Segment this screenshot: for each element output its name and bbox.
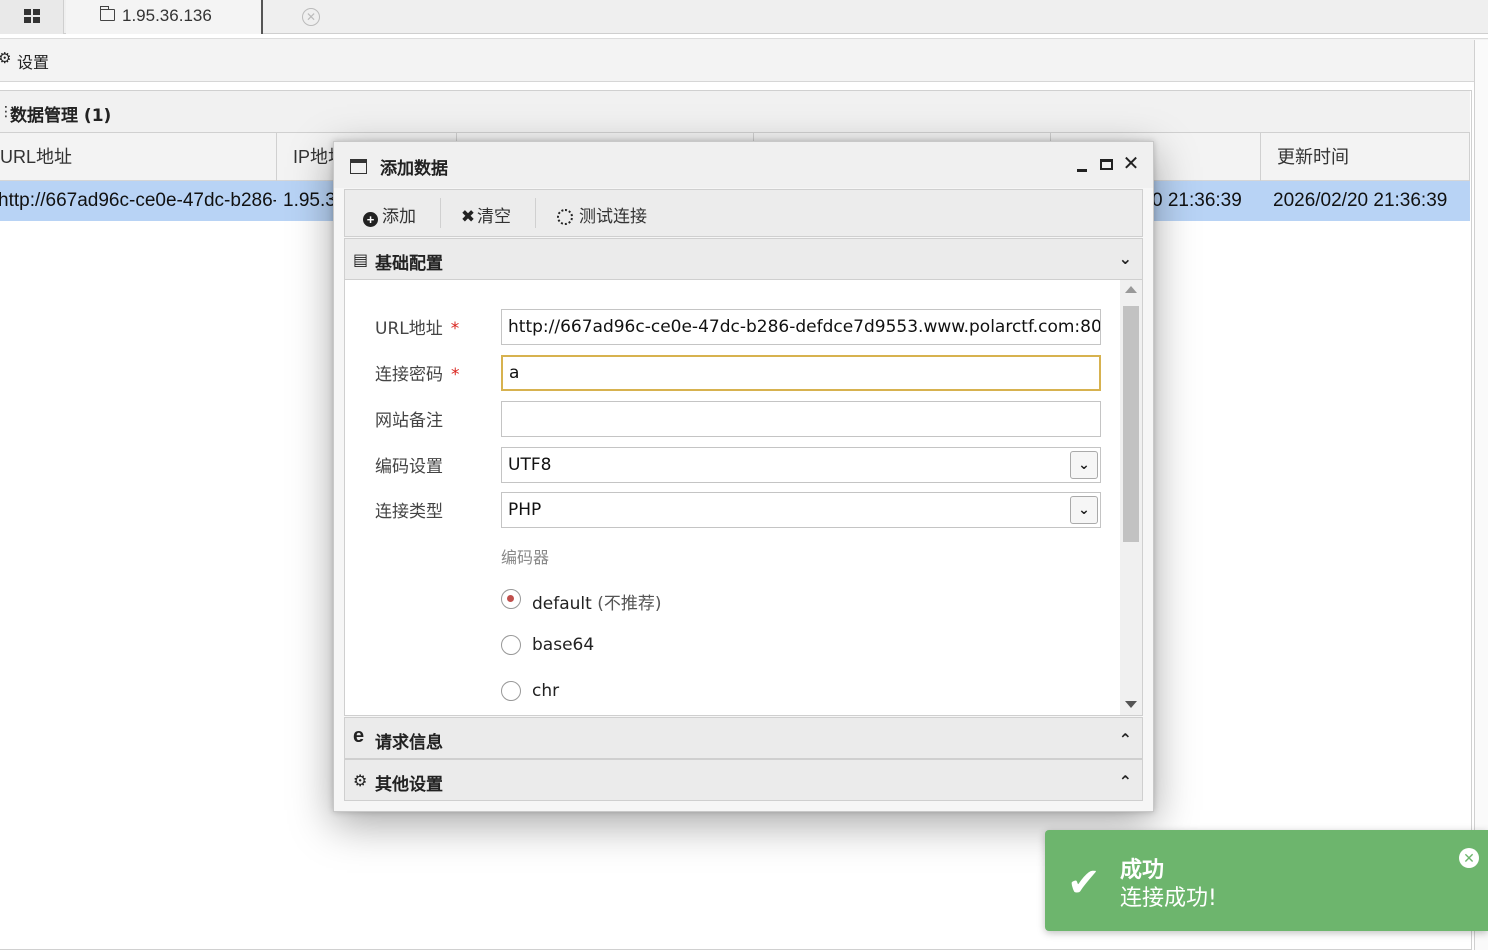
scroll-down-icon[interactable] [1125,701,1137,708]
page-scrollbar[interactable] [1474,40,1488,950]
row-url: http://667ad96c-ce0e-47dc-b286- [0,190,276,211]
radio-default-label[interactable]: default (不推荐) [532,589,662,614]
password-label: 连接密码 * [375,365,460,385]
test-connection-button[interactable]: 测试连接 [557,202,647,226]
chevron-up-icon: ⌃ [1118,732,1132,749]
checkmark-icon: ✔ [1067,861,1101,905]
radio-default[interactable] [501,589,521,609]
encoding-value: UTF8 [508,455,552,475]
encoding-select[interactable]: UTF8 ⌄ [501,447,1101,483]
type-label: 连接类型 [375,502,443,522]
section-request-header[interactable]: e 请求信息 ⌃ [344,717,1143,759]
toast-message: 连接成功! [1120,886,1217,911]
password-input[interactable]: a [501,355,1101,391]
tab-host-label: 1.95.36.136 [122,6,212,25]
x-icon: ✖ [460,207,476,226]
radio-chr-label[interactable]: chr [532,681,559,701]
encoder-label: 编码器 [501,548,550,567]
section-other-title: 其他设置 [375,775,443,795]
tab-home[interactable] [0,0,64,34]
chevron-up-icon: ⌃ [1118,774,1132,791]
note-label: 网站备注 [375,411,443,431]
gear-icon: ⚙ [0,50,12,67]
tab-host[interactable]: 1.95.36.136 ✕ [66,0,320,34]
basic-config-form: URL地址 * http://667ad96c-ce0e-47dc-b286-de… [344,280,1143,716]
chevron-down-icon[interactable]: ⌄ [1070,451,1098,479]
dialog-toolbar: + 添加 ✖ 清空 测试连接 [344,189,1143,237]
tab-close-icon[interactable]: ✕ [302,8,320,26]
document-icon: ▤ [353,252,369,269]
column-url[interactable]: URL地址 [0,133,277,181]
type-value: PHP [508,500,542,520]
form-scrollbar[interactable] [1120,280,1142,715]
ie-icon: e [353,725,365,747]
folder-icon [99,6,115,21]
radio-chr[interactable] [501,681,521,701]
plus-circle-icon: + [363,212,378,227]
column-updated[interactable]: 更新时间 [1261,133,1470,181]
clear-button-label: 清空 [477,207,511,226]
toast-close-icon[interactable]: ✕ [1459,848,1479,868]
data-management-header: ⋮ 数据管理 (1) [0,91,1470,133]
row-created: 0 21:36:39 [1152,190,1242,211]
window-icon [350,159,367,174]
note-input[interactable] [501,401,1101,437]
dialog-titlebar[interactable]: 添加数据 ✕ [334,142,1153,188]
type-select[interactable]: PHP ⌄ [501,492,1101,528]
minimize-icon[interactable] [1074,155,1092,173]
chevron-down-icon: ⌄ [1118,251,1132,268]
toolbar-divider [440,198,441,228]
gears-icon: ⚙ [353,773,368,790]
url-input[interactable]: http://667ad96c-ce0e-47dc-b286-defdce7d9… [501,309,1101,345]
grid-icon [24,9,40,23]
url-label: URL地址 * [375,319,460,339]
clear-button[interactable]: ✖ 清空 [459,202,511,226]
section-basic-title: 基础配置 [375,254,443,274]
scroll-thumb[interactable] [1123,306,1139,542]
success-toast: ✔ 成功 连接成功! ✕ [1045,830,1488,931]
radio-base64-label[interactable]: base64 [532,635,594,655]
chevron-down-icon[interactable]: ⌄ [1070,496,1098,524]
scroll-up-icon[interactable] [1125,286,1137,293]
toolbar-divider [535,198,536,228]
add-data-dialog: 添加数据 ✕ + 添加 ✖ 清空 测试连接 ▤ 基础配置 ⌄ URL地址 * http… [333,141,1154,812]
encoding-label: 编码设置 [375,457,443,477]
radio-base64[interactable] [501,635,521,655]
settings-bar[interactable]: ⚙ 设置 [0,38,1488,82]
dialog-title: 添加数据 [380,159,448,179]
tab-bar: 1.95.36.136 ✕ [0,0,1488,34]
data-management-title: 数据管理 (1) [10,106,112,126]
row-updated: 2026/02/20 21:36:39 [1273,190,1448,211]
close-icon[interactable]: ✕ [1122,154,1140,174]
settings-label: 设置 [17,53,50,72]
add-button-label: 添加 [382,207,416,226]
maximize-icon[interactable] [1098,155,1116,173]
spinner-icon [557,209,573,225]
section-request-title: 请求信息 [375,733,443,753]
test-connection-label: 测试连接 [579,207,647,226]
section-other-header[interactable]: ⚙ 其他设置 ⌃ [344,759,1143,801]
section-basic-header[interactable]: ▤ 基础配置 ⌄ [344,238,1143,280]
add-button[interactable]: + 添加 [363,202,416,227]
